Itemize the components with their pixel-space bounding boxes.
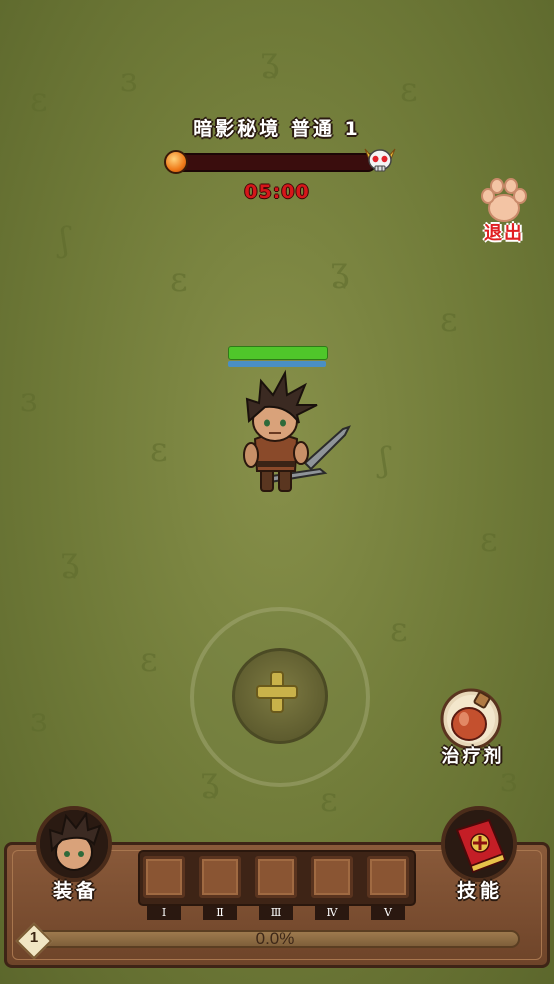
hero-character (243, 369, 351, 492)
slot-number: Ⅳ (315, 906, 349, 920)
stage-title: 暗影秘境 普通 1 (193, 118, 361, 140)
equipment-button[interactable] (36, 806, 112, 882)
exit-label: 退出 (484, 223, 524, 244)
plus-icon (256, 671, 298, 713)
slot-number: Ⅲ (259, 906, 293, 920)
level-number: 1 (29, 929, 39, 946)
skill-book-icon (445, 810, 513, 878)
wave-progress-bar (172, 153, 376, 172)
hero-avatar (40, 810, 108, 878)
slot-number: Ⅱ (203, 906, 237, 920)
boss-skull-icon (364, 148, 396, 172)
potion-icon (440, 688, 502, 750)
slot-number: Ⅴ (371, 906, 405, 920)
slot-number: Ⅰ (147, 906, 181, 920)
item-slot-1[interactable] (143, 856, 185, 898)
orb-icon (164, 150, 188, 174)
heal-potion-button[interactable] (440, 688, 502, 750)
item-slot-2[interactable] (199, 856, 241, 898)
item-slot-3[interactable] (255, 856, 297, 898)
experience-percent: 0.0% (255, 929, 295, 948)
exit-button[interactable]: 退出 (474, 176, 534, 246)
stage-timer: 05:00 (244, 181, 310, 203)
player-hp-bar (228, 346, 328, 360)
item-slot-5[interactable] (367, 856, 409, 898)
item-slot-4[interactable] (311, 856, 353, 898)
equipment-label: 装备 (52, 880, 99, 902)
skill-button[interactable] (441, 806, 517, 882)
potion-label: 治疗剂 (441, 746, 505, 767)
skill-label: 技能 (456, 880, 503, 902)
